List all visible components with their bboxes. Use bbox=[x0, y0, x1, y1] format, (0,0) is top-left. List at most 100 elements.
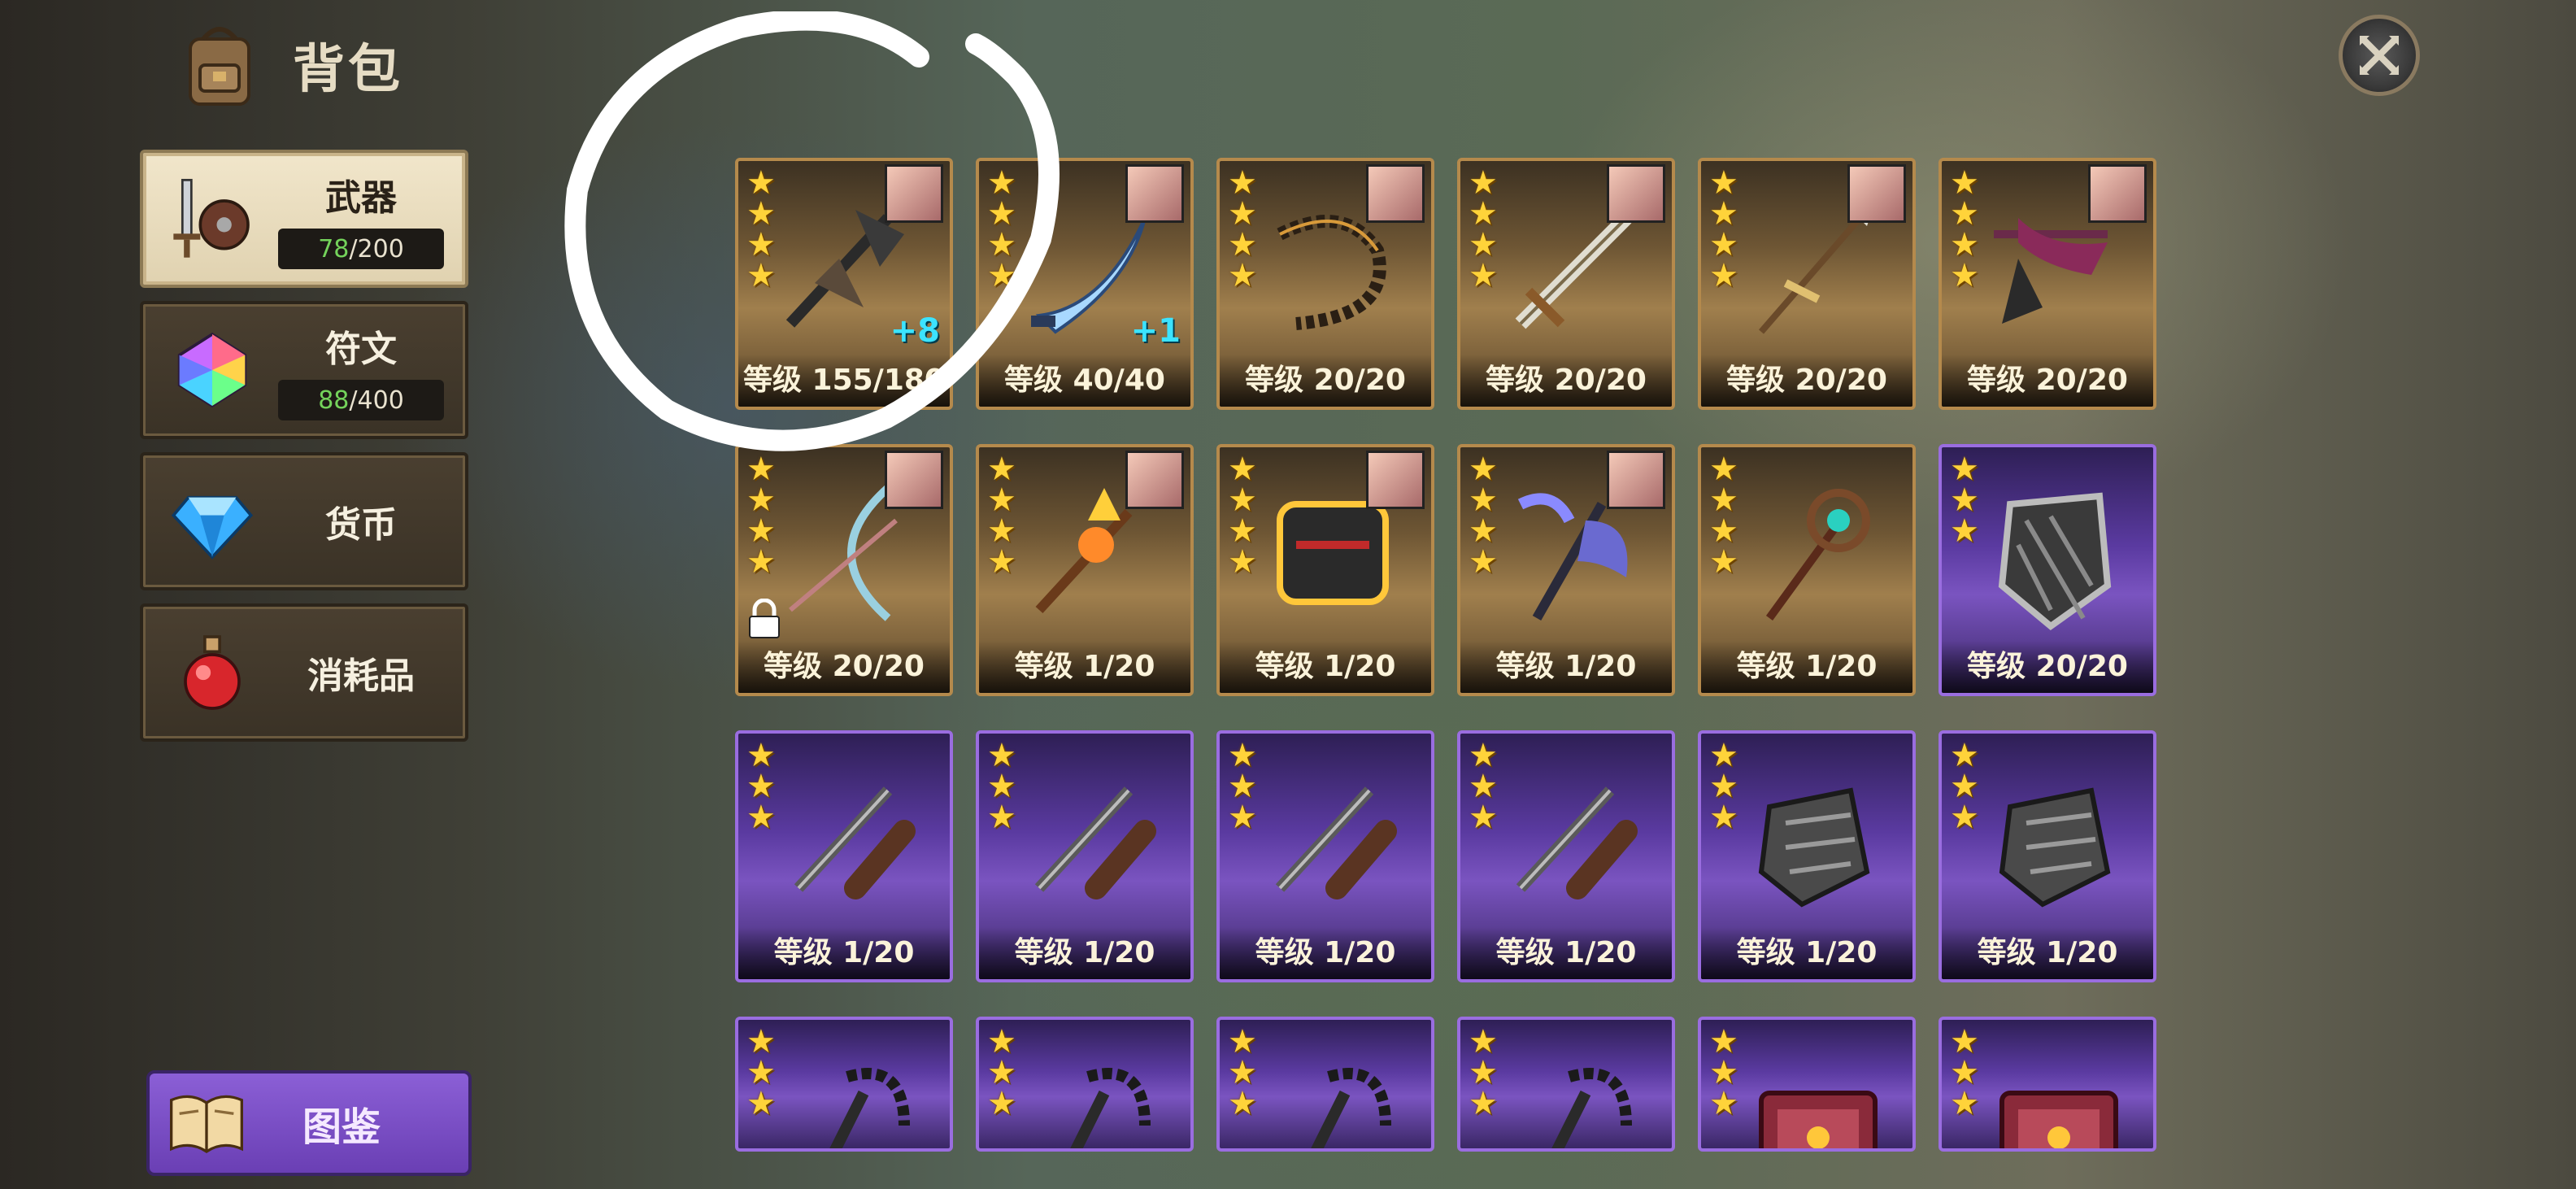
category-weapons[interactable]: 武器 78/200 bbox=[140, 150, 468, 288]
item-card[interactable]: ★ ★ ★ 等级 20/20 bbox=[1939, 444, 2156, 696]
star-icon: ★ bbox=[1228, 768, 1257, 805]
star-icon: ★ bbox=[1228, 164, 1257, 202]
hero-portrait bbox=[1607, 164, 1665, 223]
star-icon: ★ bbox=[1469, 257, 1498, 294]
hero-portrait bbox=[1125, 164, 1184, 223]
item-card[interactable]: ★ ★ ★ bbox=[976, 1017, 1194, 1152]
star-icon: ★ bbox=[1469, 226, 1498, 263]
star-icon: ★ bbox=[1228, 799, 1257, 836]
iron-gauntlet-icon bbox=[1999, 787, 2111, 908]
lock-icon bbox=[749, 599, 780, 638]
star-icon: ★ bbox=[1228, 543, 1257, 581]
item-card[interactable]: ★ ★ ★ ★ 等级 20/20 bbox=[735, 444, 953, 696]
star-icon: ★ bbox=[746, 799, 776, 836]
star-rating: ★ ★ ★ bbox=[1228, 739, 1257, 836]
item-card[interactable]: ★ ★ ★ 等级 1/20 bbox=[735, 730, 953, 982]
star-icon: ★ bbox=[1950, 451, 1979, 488]
star-icon: ★ bbox=[1709, 799, 1738, 836]
flail-icon bbox=[1070, 1068, 1151, 1148]
category-consumables[interactable]: 消耗品 bbox=[140, 603, 468, 742]
atlas-button[interactable]: 图鉴 bbox=[146, 1070, 472, 1176]
star-rating: ★ ★ ★ bbox=[987, 1026, 1016, 1120]
star-icon: ★ bbox=[987, 799, 1016, 836]
star-icon: ★ bbox=[1709, 257, 1738, 294]
category-label: 消耗品 bbox=[307, 655, 415, 697]
item-card[interactable]: ★ ★ ★ 等级 1/20 bbox=[1216, 730, 1434, 982]
star-icon: ★ bbox=[1709, 512, 1738, 550]
sword-sheath-icon bbox=[1034, 786, 1156, 899]
star-rating: ★ ★ ★ bbox=[1950, 1023, 1979, 1120]
flail-icon bbox=[1551, 1068, 1632, 1148]
star-icon: ★ bbox=[746, 1054, 776, 1091]
hero-portrait bbox=[1847, 164, 1906, 223]
item-card[interactable]: ★ ★ ★ bbox=[1216, 1017, 1434, 1152]
spellbook-icon bbox=[1999, 1091, 2118, 1148]
star-rating: ★ ★ ★ ★ bbox=[1709, 167, 1738, 294]
item-level: 等级 1/20 bbox=[1220, 927, 1431, 979]
item-card[interactable]: ★ ★ ★ 等级 1/20 bbox=[1457, 730, 1675, 982]
star-icon: ★ bbox=[1469, 481, 1498, 519]
star-icon: ★ bbox=[1469, 1085, 1498, 1122]
star-rating: ★ ★ ★ bbox=[1709, 1023, 1738, 1120]
backpack-icon bbox=[189, 27, 250, 106]
star-icon: ★ bbox=[1950, 1023, 1979, 1061]
star-icon: ★ bbox=[1228, 481, 1257, 519]
atlas-label: 图鉴 bbox=[302, 1104, 381, 1150]
item-card[interactable]: ★ ★ ★ bbox=[735, 1017, 953, 1152]
star-icon: ★ bbox=[1950, 195, 1979, 233]
star-icon: ★ bbox=[1228, 1023, 1257, 1061]
star-rating: ★ ★ ★ ★ bbox=[1469, 167, 1498, 294]
star-rating: ★ ★ ★ ★ bbox=[746, 453, 776, 581]
item-card[interactable]: ★ ★ ★ ★ 等级 1/20 bbox=[1698, 444, 1916, 696]
item-card[interactable]: ★ ★ ★ bbox=[1698, 1017, 1916, 1152]
star-icon: ★ bbox=[1469, 512, 1498, 550]
star-icon: ★ bbox=[1950, 1054, 1979, 1091]
star-icon: ★ bbox=[987, 512, 1016, 550]
item-level: 等级 20/20 bbox=[1942, 355, 2153, 407]
item-card[interactable]: ★ ★ ★ ★ 等级 1/20 bbox=[1457, 444, 1675, 696]
hero-portrait bbox=[2088, 164, 2147, 223]
item-card[interactable]: ★ ★ ★ bbox=[1939, 1017, 2156, 1152]
category-currency[interactable]: 货币 bbox=[140, 452, 468, 590]
item-card[interactable]: ★ ★ ★ ★ 等级 1/20 bbox=[1216, 444, 1434, 696]
star-icon: ★ bbox=[987, 768, 1016, 805]
item-card[interactable]: ★ ★ ★ ★ 等级 20/20 bbox=[1457, 158, 1675, 410]
item-card[interactable]: ★ ★ ★ bbox=[1457, 1017, 1675, 1152]
category-label: 货币 bbox=[325, 504, 397, 546]
star-icon: ★ bbox=[1709, 1023, 1738, 1061]
star-icon: ★ bbox=[746, 543, 776, 581]
star-icon: ★ bbox=[746, 768, 776, 805]
category-runes[interactable]: 符文 88/400 bbox=[140, 301, 468, 439]
item-card[interactable]: ★ ★ ★ ★ 等级 20/20 bbox=[1939, 158, 2156, 410]
item-card[interactable]: ★ ★ ★ ★ 等级 20/20 bbox=[1698, 158, 1916, 410]
freehand-circle-annotation bbox=[564, 11, 1060, 451]
item-card[interactable]: ★ ★ ★ ★ 等级 1/20 bbox=[976, 444, 1194, 696]
enhance-level: +1 bbox=[1130, 312, 1181, 350]
star-icon: ★ bbox=[987, 1054, 1016, 1091]
close-button[interactable] bbox=[2339, 15, 2420, 96]
star-icon: ★ bbox=[987, 481, 1016, 519]
sword-sheath-icon bbox=[1516, 786, 1638, 899]
star-icon: ★ bbox=[1228, 226, 1257, 263]
item-card[interactable]: ★ ★ ★ 等级 1/20 bbox=[1698, 730, 1916, 982]
star-rating: ★ ★ ★ bbox=[1228, 1023, 1257, 1120]
item-level: 等级 1/20 bbox=[1701, 641, 1912, 693]
star-icon: ★ bbox=[1469, 737, 1498, 774]
sword-sheath-icon bbox=[1275, 786, 1397, 899]
star-icon: ★ bbox=[1950, 512, 1979, 550]
star-icon: ★ bbox=[746, 737, 776, 774]
star-icon: ★ bbox=[1469, 1054, 1498, 1091]
item-level: 等级 20/20 bbox=[738, 641, 950, 693]
star-icon: ★ bbox=[1709, 481, 1738, 519]
item-level: 等级 1/20 bbox=[979, 927, 1190, 979]
item-card[interactable]: ★ ★ ★ ★ 等级 20/20 bbox=[1216, 158, 1434, 410]
close-icon bbox=[2360, 36, 2399, 75]
star-icon: ★ bbox=[1709, 451, 1738, 488]
star-icon: ★ bbox=[1709, 543, 1738, 581]
star-icon: ★ bbox=[1469, 451, 1498, 488]
star-rating: ★ ★ ★ bbox=[1469, 737, 1498, 834]
item-level: 等级 20/20 bbox=[1220, 355, 1431, 407]
item-card[interactable]: ★ ★ ★ 等级 1/20 bbox=[976, 730, 1194, 982]
star-rating: ★ ★ ★ bbox=[1950, 451, 1979, 550]
item-card[interactable]: ★ ★ ★ 等级 1/20 bbox=[1939, 730, 2156, 982]
